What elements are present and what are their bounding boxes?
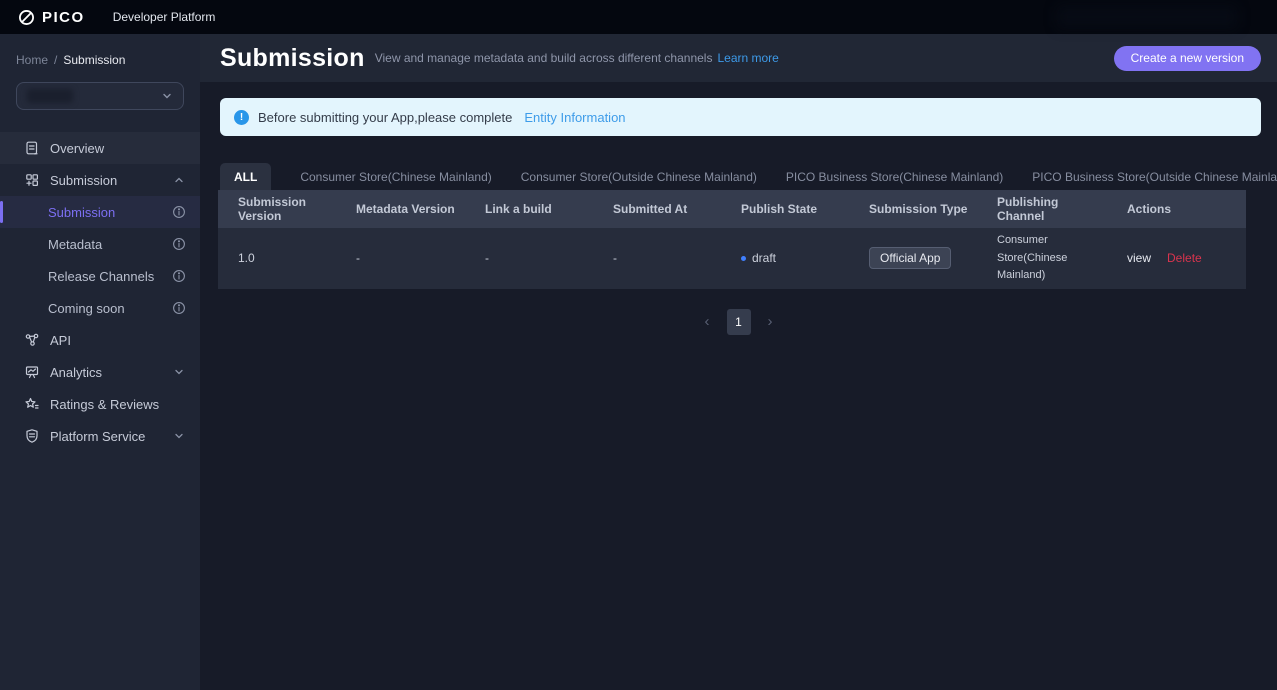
- breadcrumb-separator: /: [54, 53, 57, 67]
- breadcrumb-home[interactable]: Home: [16, 53, 48, 67]
- sidebar: Home / Submission Overview Submission: [0, 34, 200, 690]
- sidebar-item-api[interactable]: API: [0, 324, 200, 356]
- sidebar-item-coming-soon[interactable]: Coming soon: [0, 292, 200, 324]
- sidebar-item-label: Metadata: [48, 237, 162, 252]
- table-row: 1.0 - - - draft Official App Consumer St…: [218, 228, 1246, 289]
- sidebar-item-analytics[interactable]: Analytics: [0, 356, 200, 388]
- cell-submission-type: Official App: [849, 228, 977, 289]
- column-header: Publish State: [721, 190, 849, 228]
- sidebar-item-metadata[interactable]: Metadata: [0, 228, 200, 260]
- sidebar-item-label: API: [50, 333, 186, 348]
- sidebar-item-label: Release Channels: [48, 269, 162, 284]
- cell-link-a-build: -: [465, 228, 593, 289]
- main-content: Submission View and manage metadata and …: [200, 34, 1277, 690]
- info-icon[interactable]: [172, 269, 186, 283]
- publish-state-text: draft: [752, 251, 776, 265]
- learn-more-link[interactable]: Learn more: [717, 51, 778, 65]
- column-header: Metadata Version: [336, 190, 465, 228]
- column-header: Submitted At: [593, 190, 721, 228]
- chevron-down-icon: [161, 90, 173, 102]
- column-header: Link a build: [465, 190, 593, 228]
- official-app-badge: Official App: [869, 247, 951, 269]
- chevron-down-icon: [172, 365, 186, 379]
- page-header: Submission View and manage metadata and …: [200, 34, 1277, 82]
- next-page-icon[interactable]: ›: [764, 314, 777, 329]
- pico-logo[interactable]: PICO: [18, 9, 85, 26]
- sidebar-item-label: Submission: [48, 205, 162, 220]
- sidebar-item-label: Ratings & Reviews: [50, 397, 186, 412]
- tab-consumer-store-chinese-mainland[interactable]: Consumer Store(Chinese Mainland): [300, 170, 491, 184]
- brand-name: PICO: [42, 9, 85, 26]
- breadcrumb: Home / Submission: [0, 34, 200, 67]
- column-header: Publishing Channel: [977, 190, 1107, 228]
- cell-actions: view Delete: [1107, 228, 1246, 289]
- publishing-channel-text: Consumer Store(Chinese Mainland): [997, 228, 1107, 289]
- star-icon: [24, 396, 40, 412]
- overview-icon: [24, 140, 40, 156]
- redacted-app-name: [27, 89, 73, 103]
- sidebar-item-label: Analytics: [50, 365, 162, 380]
- tab-all[interactable]: ALL: [220, 163, 271, 190]
- tab-pico-business-store-outside-chinese-mainland[interactable]: PICO Business Store(Outside Chinese Main…: [1032, 170, 1277, 184]
- create-new-version-button[interactable]: Create a new version: [1114, 46, 1261, 71]
- sidebar-item-ratings-reviews[interactable]: Ratings & Reviews: [0, 388, 200, 420]
- chevron-down-icon: [172, 429, 186, 443]
- tab-pico-business-store-chinese-mainland[interactable]: PICO Business Store(Chinese Mainland): [786, 170, 1003, 184]
- entity-information-link[interactable]: Entity Information: [524, 110, 625, 125]
- info-banner: ! Before submitting your App,please comp…: [220, 98, 1261, 136]
- sidebar-item-release-channels[interactable]: Release Channels: [0, 260, 200, 292]
- sidebar-item-label: Coming soon: [48, 301, 162, 316]
- delete-action-link[interactable]: Delete: [1167, 251, 1202, 265]
- tab-consumer-store-outside-chinese-mainland[interactable]: Consumer Store(Outside Chinese Mainland): [521, 170, 757, 184]
- channel-tabs: ALL Consumer Store(Chinese Mainland) Con…: [220, 163, 1246, 190]
- analytics-icon: [24, 364, 40, 380]
- column-header: Submission Version: [218, 190, 336, 228]
- sidebar-item-label: Submission: [50, 173, 162, 188]
- sidebar-nav: Overview Submission Submission Metadata: [0, 132, 200, 452]
- sidebar-item-platform-service[interactable]: Platform Service: [0, 420, 200, 452]
- column-header: Submission Type: [849, 190, 977, 228]
- sidebar-item-label: Platform Service: [50, 429, 162, 444]
- pagination: ‹ 1 ›: [200, 309, 1277, 335]
- page-subtitle: View and manage metadata and build acros…: [375, 51, 713, 65]
- cell-submitted-at: -: [593, 228, 721, 289]
- product-name: Developer Platform: [113, 10, 216, 24]
- info-icon: !: [234, 110, 249, 125]
- cell-publish-state: draft: [721, 228, 849, 289]
- pico-logo-icon: [18, 9, 35, 26]
- sidebar-item-overview[interactable]: Overview: [0, 132, 200, 164]
- sidebar-item-submission-group[interactable]: Submission: [0, 164, 200, 196]
- cell-metadata-version: -: [336, 228, 465, 289]
- chevron-up-icon: [172, 173, 186, 187]
- shield-icon: [24, 428, 40, 444]
- user-menu-redacted[interactable]: [1057, 6, 1237, 28]
- app-selector-dropdown[interactable]: [16, 82, 184, 110]
- info-icon[interactable]: [172, 301, 186, 315]
- topbar: PICO Developer Platform: [0, 0, 1277, 34]
- view-action-link[interactable]: view: [1127, 251, 1151, 265]
- page-title: Submission: [220, 44, 365, 73]
- sidebar-item-submission[interactable]: Submission: [0, 196, 200, 228]
- info-icon[interactable]: [172, 205, 186, 219]
- banner-text: Before submitting your App,please comple…: [258, 110, 512, 125]
- previous-page-icon[interactable]: ‹: [701, 314, 714, 329]
- submission-table: Submission Version Metadata Version Link…: [218, 190, 1246, 289]
- api-icon: [24, 332, 40, 348]
- column-header: Actions: [1107, 190, 1246, 228]
- sidebar-item-label: Overview: [50, 141, 186, 156]
- table-header-row: Submission Version Metadata Version Link…: [218, 190, 1246, 228]
- breadcrumb-current: Submission: [63, 53, 125, 67]
- info-icon[interactable]: [172, 237, 186, 251]
- page-number-button[interactable]: 1: [727, 309, 751, 335]
- draft-status-dot: [741, 256, 746, 261]
- submission-icon: [24, 172, 40, 188]
- cell-submission-version: 1.0: [218, 228, 336, 289]
- cell-publishing-channel: Consumer Store(Chinese Mainland): [977, 228, 1107, 289]
